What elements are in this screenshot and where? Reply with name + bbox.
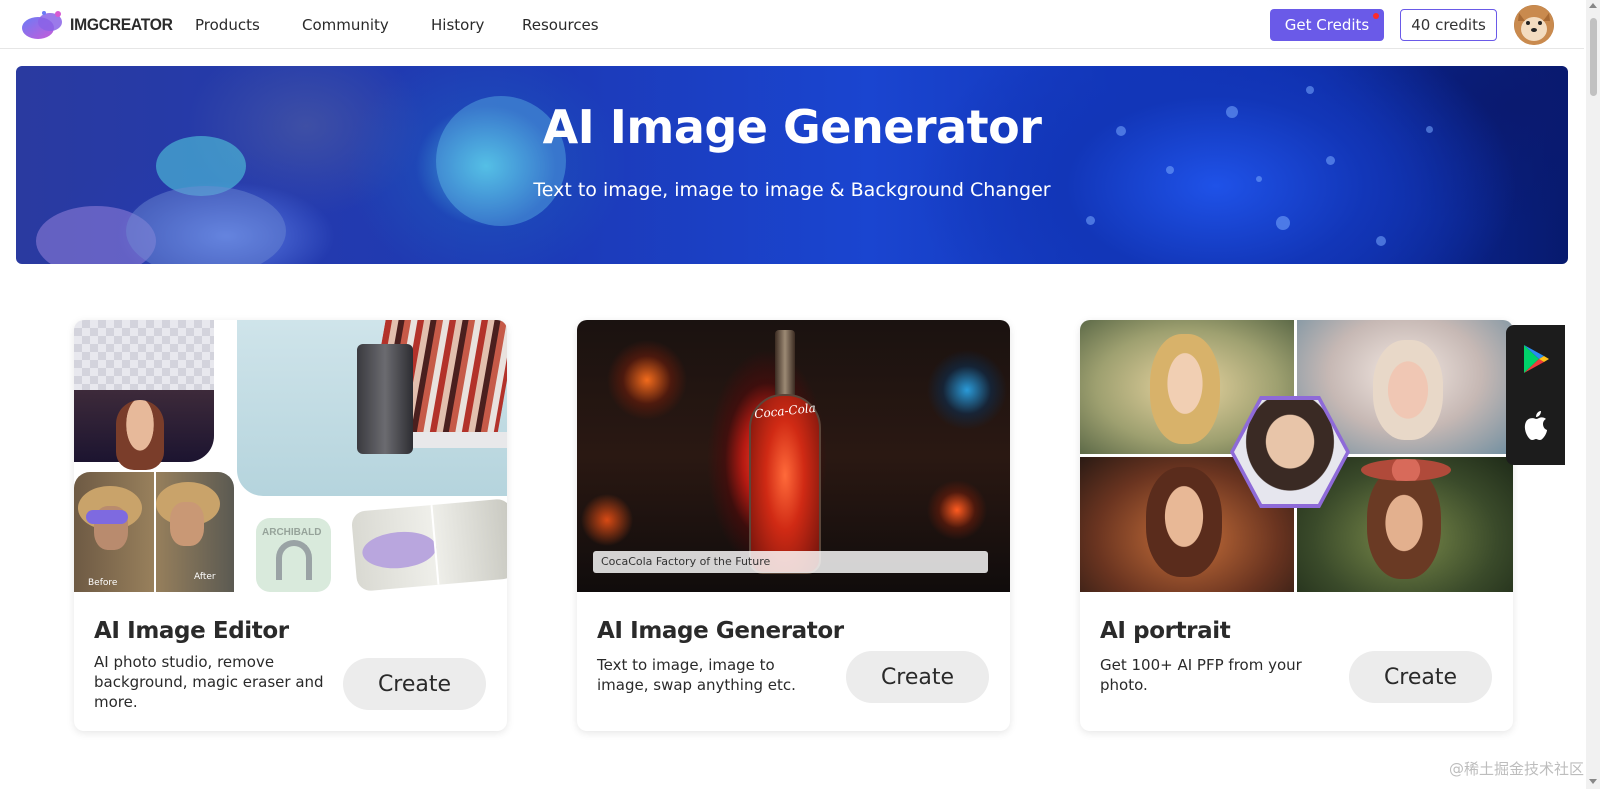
get-credits-label: Get Credits: [1284, 16, 1370, 34]
card-description: AI photo studio, remove background, magi…: [94, 653, 324, 711]
brand-name: IMGCREATOR: [70, 15, 173, 34]
card-title: AI Image Generator: [597, 618, 844, 644]
feature-card-image-editor[interactable]: Before After ARCHIBALD AI Image Editor A…: [74, 320, 507, 731]
hero-subtitle: Text to image, image to image & Backgrou…: [533, 179, 1051, 201]
magic-eraser-photo: [350, 498, 507, 592]
nav-link-products[interactable]: Products: [195, 16, 260, 34]
site-watermark: @稀土掘金技术社区: [1448, 760, 1584, 778]
card-title: AI Image Editor: [94, 618, 289, 644]
get-credits-button[interactable]: Get Credits: [1270, 9, 1384, 41]
portrait-photo: [74, 390, 214, 470]
credits-balance-button[interactable]: 40 credits: [1400, 9, 1497, 41]
card-description: Text to image, image to image, swap anyt…: [597, 656, 796, 694]
hero-background-art: [16, 66, 1568, 264]
card-ai-portrait-collage: [1080, 320, 1513, 592]
apple-icon[interactable]: [1520, 409, 1552, 441]
feature-card-ai-portrait[interactable]: AI portrait Get 100+ AI PFP from your ph…: [1080, 320, 1513, 731]
nav-link-resources[interactable]: Resources: [522, 16, 599, 34]
dog-avatar-icon: [1514, 5, 1554, 45]
scroll-down-arrow-icon[interactable]: [1589, 779, 1597, 784]
user-avatar[interactable]: [1514, 5, 1554, 45]
app-download-panel: [1506, 325, 1565, 465]
logo-mark-icon: [20, 10, 64, 40]
scroll-up-arrow-icon[interactable]: [1589, 3, 1597, 8]
top-navbar: IMGCREATOR Products Community History Re…: [0, 0, 1584, 49]
google-play-icon[interactable]: [1520, 343, 1552, 375]
create-button-image-editor[interactable]: Create: [343, 658, 486, 710]
create-button-ai-portrait[interactable]: Create: [1349, 651, 1492, 703]
before-label: Before: [88, 578, 118, 588]
notification-dot: [1373, 13, 1379, 19]
kitchen-product-photo: [237, 320, 507, 496]
image-prompt-caption: CocaCola Factory of the Future: [593, 551, 988, 573]
credits-balance-label: 40 credits: [1411, 16, 1486, 34]
card-description: Get 100+ AI PFP from your photo.: [1100, 656, 1302, 694]
card-image-editor-collage: Before After ARCHIBALD: [74, 320, 507, 592]
brand-logo[interactable]: IMGCREATOR: [20, 10, 182, 40]
hero-title: AI Image Generator: [542, 100, 1042, 154]
before-after-photo: Before After: [74, 472, 234, 592]
create-button-image-generator[interactable]: Create: [846, 651, 989, 703]
page-scrollbar[interactable]: [1586, 0, 1600, 789]
nav-link-history[interactable]: History: [431, 16, 484, 34]
headphones-product-photo: ARCHIBALD: [256, 518, 331, 592]
card-title: AI portrait: [1100, 618, 1231, 644]
nav-link-community[interactable]: Community: [302, 16, 389, 34]
card-image-generator-photo: Coca-Cola CocaCola Factory of the Future: [577, 320, 1010, 592]
hero-banner: AI Image Generator Text to image, image …: [16, 66, 1568, 264]
after-label: After: [194, 572, 216, 582]
feature-card-image-generator[interactable]: Coca-Cola CocaCola Factory of the Future…: [577, 320, 1010, 731]
scroll-thumb[interactable]: [1590, 18, 1597, 96]
product-brand-label: ARCHIBALD: [262, 527, 322, 538]
